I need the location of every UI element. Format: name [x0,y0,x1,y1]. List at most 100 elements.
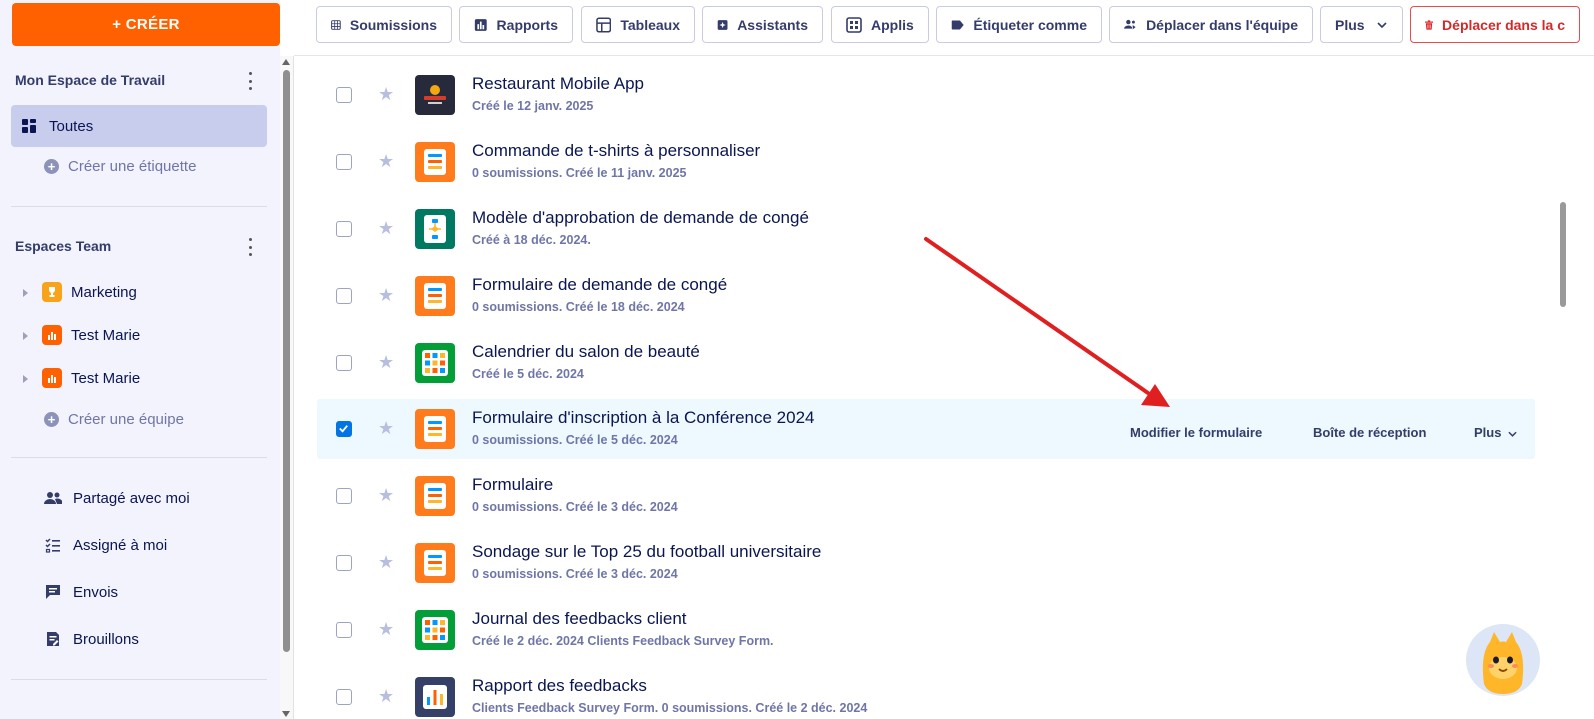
main-scrollbar-thumb[interactable] [1560,202,1566,307]
list-item[interactable]: ★ Formulaire de demande de congé 0 soumi… [317,266,1535,326]
row-checkbox[interactable] [336,488,352,504]
star-icon[interactable]: ★ [378,85,394,103]
expand-caret-icon[interactable] [23,332,28,340]
apps-icon [846,16,862,33]
sidebar-team-test-marie-2[interactable]: Test Marie [42,368,140,388]
form-icon [415,142,455,182]
star-icon[interactable]: ★ [378,286,394,304]
list-item-selected[interactable]: ★ Formulaire d'inscription à la Conféren… [317,399,1535,459]
star-icon[interactable]: ★ [378,486,394,504]
sidebar-item-assigned[interactable]: Assigné à moi [43,535,167,555]
grid-icon [19,116,39,136]
move-to-trash-label: Déplacer dans la c [1442,16,1565,33]
chevron-down-icon [1508,431,1517,437]
assistant-avatar[interactable] [1466,624,1540,696]
reports-button[interactable]: Rapports [459,6,573,43]
create-button[interactable]: + CRÉER [12,3,280,46]
list-item[interactable]: ★ Restaurant Mobile App Créé le 12 janv.… [317,65,1535,125]
scroll-up-arrow-icon[interactable] [282,59,290,65]
star-icon[interactable]: ★ [378,219,394,237]
row-checkbox[interactable] [336,87,352,103]
sidebar-item-all-content[interactable]: Toutes [19,116,93,136]
team-spaces-menu-icon[interactable] [243,238,257,256]
row-checkbox[interactable] [336,555,352,571]
list-item[interactable]: ★ Calendrier du salon de beauté Créé le … [317,333,1535,393]
team-chart-icon [42,368,62,388]
star-icon[interactable]: ★ [378,419,394,437]
main-scrollbar[interactable] [1558,55,1568,719]
create-tag-link[interactable]: + Créer une étiquette [44,158,196,175]
scroll-down-arrow-icon[interactable] [282,711,290,717]
row-checkbox[interactable] [336,689,352,705]
submissions-button[interactable]: Soumissions [316,6,452,43]
sidebar-team-test-marie[interactable]: Test Marie [42,325,140,345]
form-title[interactable]: Journal des feedbacks client [472,609,687,629]
sidebar-scrollbar[interactable] [280,56,294,719]
list-item[interactable]: ★ Rapport des feedbacks Clients Feedback… [317,667,1535,719]
list-item[interactable]: ★ Journal des feedbacks client Créé le 2… [317,600,1535,660]
sidebar-item-sent-label: Envois [73,583,119,601]
workspace-title: Mon Espace de Travail [15,72,166,88]
sidebar-divider [11,206,267,207]
expand-caret-icon[interactable] [23,289,28,297]
apps-button[interactable]: Applis [831,6,929,43]
draft-icon [43,629,63,649]
star-icon[interactable]: ★ [378,553,394,571]
form-title[interactable]: Calendrier du salon de beauté [472,342,700,362]
list-item[interactable]: ★ Formulaire 0 soumissions. Créé le 3 dé… [317,466,1535,526]
sidebar-item-shared[interactable]: Partagé avec moi [43,488,190,508]
tag-as-button[interactable]: Étiqueter comme [936,6,1102,43]
edit-form-button[interactable]: Modifier le formulaire [1130,425,1262,440]
row-more-button[interactable]: Plus [1474,425,1517,440]
assistants-button[interactable]: Assistants [702,6,823,43]
row-more-label: Plus [1474,425,1502,440]
list-item[interactable]: ★ Modèle d'approbation de demande de con… [317,199,1535,259]
sidebar-item-all-label: Toutes [49,117,94,135]
form-title[interactable]: Modèle d'approbation de demande de congé [472,208,809,228]
list-item[interactable]: ★ Sondage sur le Top 25 du football univ… [317,533,1535,593]
form-subtitle: Créé le 2 déc. 2024 Clients Feedback Sur… [472,634,774,648]
form-subtitle: 0 soumissions. Créé le 3 déc. 2024 [472,567,678,581]
move-to-trash-button[interactable]: Déplacer dans la c [1410,6,1580,43]
tag-as-label: Étiqueter comme [973,16,1087,33]
row-checkbox[interactable] [336,288,352,304]
row-checkbox[interactable] [336,622,352,638]
more-button[interactable]: Plus [1320,6,1403,43]
star-icon[interactable]: ★ [378,687,394,705]
star-icon[interactable]: ★ [378,620,394,638]
expand-caret-icon[interactable] [23,375,28,383]
workspace-menu-icon[interactable] [243,72,257,90]
form-title[interactable]: Formulaire de demande de congé [472,275,727,295]
tables-label: Tableaux [620,16,680,33]
form-list: ★ Restaurant Mobile App Créé le 12 janv.… [317,56,1537,719]
sidebar-team-marketing[interactable]: Marketing [42,282,137,302]
create-team-label: Créer une équipe [68,411,184,428]
list-item[interactable]: ★ Commande de t-shirts à personnaliser 0… [317,132,1535,192]
form-title[interactable]: Formulaire [472,475,553,495]
assistants-label: Assistants [737,16,808,33]
row-checkbox-checked[interactable] [336,421,352,437]
trash-icon [1425,19,1434,30]
sidebar-item-drafts[interactable]: Brouillons [43,629,139,649]
sidebar-item-drafts-label: Brouillons [73,630,139,648]
sidebar: + CRÉER Mon Espace de Travail Toutes + C… [0,0,280,719]
row-checkbox[interactable] [336,355,352,371]
message-icon [43,582,63,602]
form-title[interactable]: Formulaire d'inscription à la Conférence… [472,408,814,428]
sidebar-scrollbar-thumb[interactable] [283,70,290,652]
row-checkbox[interactable] [336,221,352,237]
checklist-icon [43,535,63,555]
move-to-team-label: Déplacer dans l'équipe [1146,16,1298,33]
tables-button[interactable]: Tableaux [581,6,695,43]
inbox-button[interactable]: Boîte de réception [1313,425,1426,440]
sidebar-item-sent[interactable]: Envois [43,582,118,602]
form-title[interactable]: Sondage sur le Top 25 du football univer… [472,542,821,562]
form-title[interactable]: Restaurant Mobile App [472,74,644,94]
form-title[interactable]: Rapport des feedbacks [472,676,647,696]
star-icon[interactable]: ★ [378,152,394,170]
star-icon[interactable]: ★ [378,353,394,371]
row-checkbox[interactable] [336,154,352,170]
create-team-link[interactable]: + Créer une équipe [44,411,184,428]
move-to-team-button[interactable]: Déplacer dans l'équipe [1109,6,1313,43]
form-title[interactable]: Commande de t-shirts à personnaliser [472,141,760,161]
